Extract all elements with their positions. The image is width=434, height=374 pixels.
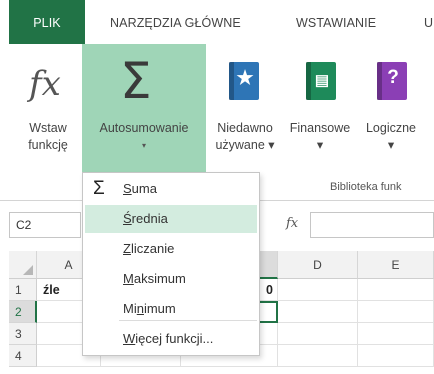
money-book-icon: ▤ <box>306 62 336 100</box>
menu-separator <box>119 320 257 321</box>
menu-item-average-rest: rednia <box>131 211 168 226</box>
menu-item-sum-accel: S <box>123 181 132 196</box>
cell-e3[interactable] <box>358 323 434 345</box>
row-header-1[interactable]: 1 <box>9 279 37 301</box>
cell-e2[interactable] <box>358 301 434 323</box>
sigma-icon: Σ <box>120 52 152 110</box>
row-header-4[interactable]: 4 <box>9 345 37 367</box>
logical-line2: ▾ <box>387 138 395 152</box>
row-header-2[interactable]: 2 <box>9 301 37 323</box>
cell-d4[interactable] <box>278 345 358 367</box>
question-book-icon: ? <box>377 62 407 100</box>
menu-item-count-accel: Z <box>123 241 131 256</box>
menu-item-max[interactable]: Maksimum <box>85 265 257 293</box>
tab-insert[interactable]: WSTAWIANIE <box>296 0 376 44</box>
cell-e1[interactable] <box>358 279 434 301</box>
financial-button[interactable]: ▤ Finansowe ▾ <box>284 44 356 174</box>
menu-item-more-functions[interactable]: Więcej funkcji... <box>85 325 257 353</box>
autosum-button[interactable]: Σ Autosumowanie ▾ <box>82 44 206 174</box>
chevron-down-icon: ▾ <box>141 141 146 150</box>
row-header-3[interactable]: 3 <box>9 323 37 345</box>
menu-item-min-accel: n <box>136 301 144 316</box>
menu-item-more-accel: W <box>123 331 136 346</box>
star-book-icon: ★ <box>229 62 259 100</box>
financial-label: Finansowe ▾ <box>284 120 356 154</box>
menu-item-average-accel: Ś <box>123 211 132 226</box>
select-all-corner[interactable] <box>9 251 37 279</box>
financial-line1: Finansowe <box>289 121 351 135</box>
menu-item-count-rest: liczanie <box>130 241 175 256</box>
recently-used-button[interactable]: ★ Niedawno używane ▾ <box>210 44 280 174</box>
cell-e4[interactable] <box>358 345 434 367</box>
menu-item-max-rest: aksimum <box>133 271 186 286</box>
recently-used-line2: używane ▾ <box>215 138 275 152</box>
autosum-label-text: Autosumowanie <box>99 121 189 135</box>
menu-item-min-prefix: Mi <box>123 301 137 316</box>
logical-button[interactable]: ? Logiczne ▾ <box>358 44 424 174</box>
cell-d2[interactable] <box>278 301 358 323</box>
menu-item-sum[interactable]: Σ Suma <box>85 175 257 203</box>
menu-item-sum-rest: uma <box>131 181 157 196</box>
function-icon: fx <box>29 64 61 104</box>
tab-home[interactable]: NARZĘDZIA GŁÓWNE <box>110 0 241 44</box>
menu-item-average[interactable]: Średnia <box>85 205 257 233</box>
cell-d3[interactable] <box>278 323 358 345</box>
column-header-d[interactable]: D <box>278 251 358 279</box>
function-library-group-label: Biblioteka funk <box>330 181 402 193</box>
menu-item-min[interactable]: Minimum <box>85 295 257 323</box>
menu-item-max-accel: M <box>123 271 134 286</box>
tab-more[interactable]: U <box>424 0 433 44</box>
logical-label: Logiczne ▾ <box>358 120 424 154</box>
menu-item-more-rest: ięcej funkcji... <box>135 331 214 346</box>
menu-item-count[interactable]: Zliczanie <box>85 235 257 263</box>
insert-function-icon[interactable]: fx <box>286 216 298 231</box>
autosum-dropdown-menu: Σ Suma Średnia Zliczanie Maksimum Minimum… <box>82 172 260 356</box>
cell-d1[interactable] <box>278 279 358 301</box>
ribbon-tab-bar: PLIK NARZĘDZIA GŁÓWNE WSTAWIANIE U <box>0 0 434 44</box>
insert-function-button[interactable]: fx Wstaw funkcję <box>17 44 79 174</box>
financial-line2: ▾ <box>316 138 324 152</box>
name-box[interactable]: C2 <box>9 212 81 238</box>
sigma-icon: Σ <box>93 178 105 199</box>
logical-line1: Logiczne <box>365 121 417 135</box>
insert-function-label: Wstaw funkcję <box>17 120 79 154</box>
column-header-e[interactable]: E <box>358 251 434 279</box>
insert-function-label-line1: Wstaw <box>29 121 67 135</box>
recently-used-label: Niedawno używane ▾ <box>210 120 280 154</box>
recently-used-line1: Niedawno <box>217 121 273 135</box>
menu-item-min-rest: imum <box>143 301 176 316</box>
tab-file[interactable]: PLIK <box>9 0 85 44</box>
insert-function-label-line2: funkcję <box>28 138 68 152</box>
formula-input[interactable] <box>310 212 434 238</box>
autosum-label: Autosumowanie ▾ <box>82 120 206 154</box>
